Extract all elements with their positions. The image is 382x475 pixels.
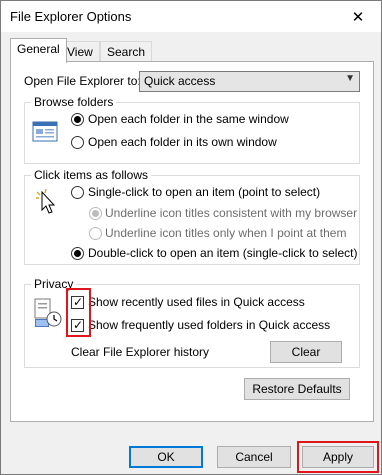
radio-same-window[interactable] <box>71 113 84 126</box>
tab-label: View <box>67 45 93 59</box>
general-tab-panel: Open File Explorer to: Quick access ▼ Br… <box>10 61 374 422</box>
option-frequent-folders: Show frequently used folders in Quick ac… <box>88 318 331 332</box>
restore-defaults-button[interactable]: Restore Defaults <box>244 378 350 400</box>
open-to-label: Open File Explorer to: <box>24 74 141 88</box>
option-underline-point: Underline icon titles only when I point … <box>105 226 347 240</box>
cursor-click-icon <box>33 188 59 221</box>
apply-highlight-box <box>297 441 379 473</box>
clear-button[interactable]: Clear <box>270 341 342 363</box>
recent-files-icon <box>33 297 63 332</box>
open-to-value: Quick access <box>144 74 216 88</box>
tab-search[interactable]: Search <box>100 41 153 62</box>
option-same-window: Open each folder in the same window <box>88 112 289 126</box>
click-items-group: Click items as follows Single-click to o… <box>24 168 360 265</box>
chevron-down-icon: ▼ <box>345 73 355 84</box>
radio-underline-point[interactable] <box>89 227 102 240</box>
tab-label: General <box>17 42 60 56</box>
title-bar: File Explorer Options ✕ <box>1 1 381 32</box>
option-recent-files: Show recently used files in Quick access <box>88 295 305 309</box>
option-own-window: Open each folder in its own window <box>88 135 277 149</box>
folder-window-icon <box>32 117 58 148</box>
close-icon[interactable]: ✕ <box>335 1 381 32</box>
option-single-click: Single-click to open an item (point to s… <box>88 185 321 199</box>
tab-label: Search <box>107 45 146 59</box>
checkbox-highlight-box <box>66 288 91 337</box>
window-title: File Explorer Options <box>10 9 132 24</box>
radio-double-click[interactable] <box>71 247 84 260</box>
cancel-button[interactable]: Cancel <box>217 446 291 468</box>
radio-own-window[interactable] <box>71 136 84 149</box>
clear-history-label: Clear File Explorer history <box>71 345 210 359</box>
option-double-click: Double-click to open an item (single-cli… <box>88 246 358 260</box>
radio-underline-browser[interactable] <box>89 207 102 220</box>
option-underline-browser: Underline icon titles consistent with my… <box>105 206 358 220</box>
browse-folders-title: Browse folders <box>31 95 117 109</box>
open-to-dropdown[interactable]: Quick access ▼ <box>139 71 360 92</box>
ok-button[interactable]: OK <box>129 446 203 468</box>
tab-general[interactable]: General <box>10 38 67 63</box>
radio-single-click[interactable] <box>71 186 84 199</box>
browse-folders-group: Browse folders Open each folder in the s… <box>24 95 360 164</box>
file-explorer-options-window: File Explorer Options ✕ General View Sea… <box>0 0 382 475</box>
click-items-title: Click items as follows <box>31 168 152 182</box>
